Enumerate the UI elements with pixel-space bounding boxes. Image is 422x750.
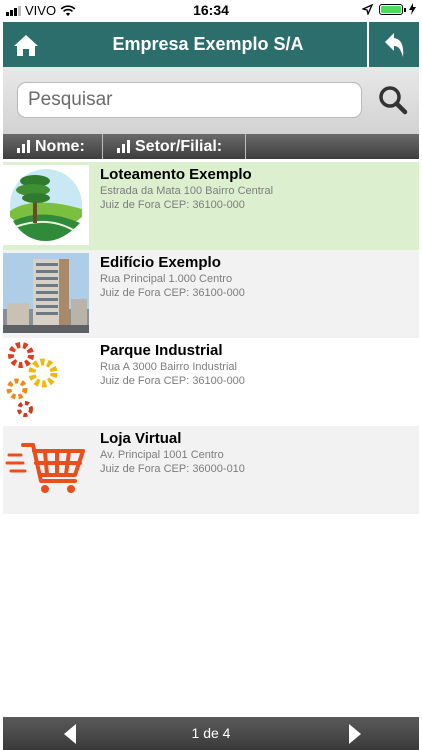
shopping-cart-icon — [3, 429, 89, 509]
column-headers: Nome: Setor/Filial: — [3, 134, 419, 159]
item-address: Av. Principal 1001 Centro — [100, 449, 224, 461]
sort-bars-icon — [17, 140, 30, 153]
item-city: Juiz de Fora CEP: 36100-000 — [100, 199, 245, 211]
back-arrow-icon — [385, 32, 404, 57]
charging-bolt-icon — [409, 3, 416, 15]
gears-icon — [3, 341, 89, 421]
next-page-button[interactable] — [341, 723, 367, 745]
status-bar: VIVO 16:34 — [0, 0, 422, 22]
home-icon — [14, 34, 38, 56]
sort-by-sector[interactable]: Setor/Filial: — [103, 134, 246, 159]
item-address: Rua A 3000 Bairro Industrial — [100, 361, 237, 373]
list-item[interactable]: Loja Virtual Av. Principal 1001 Centro J… — [3, 426, 419, 514]
back-button[interactable] — [367, 22, 419, 67]
list-item[interactable]: Edifício Exemplo Rua Principal 1.000 Cen… — [3, 250, 419, 338]
item-name: Loteamento Exemplo — [100, 166, 252, 183]
item-city: Juiz de Fora CEP: 36000-010 — [100, 463, 245, 475]
search-input[interactable] — [17, 82, 362, 118]
status-right — [362, 3, 416, 15]
page-title: Empresa Exemplo S/A — [112, 34, 304, 54]
arrow-right-icon — [349, 724, 361, 744]
clock: 16:34 — [193, 2, 229, 18]
item-city: Juiz de Fora CEP: 36100-000 — [100, 375, 245, 387]
sort-by-name[interactable]: Nome: — [3, 134, 103, 159]
sort-bars-icon — [117, 140, 130, 153]
item-address: Estrada da Mata 100 Bairro Central — [100, 185, 274, 197]
building-photo-icon — [3, 253, 89, 333]
column-label: Setor/Filial: — [135, 137, 223, 155]
previous-page-button[interactable] — [58, 723, 84, 745]
pager-bar: 1 de 4 — [3, 717, 419, 750]
item-name: Parque Industrial — [100, 342, 223, 359]
company-list: Loteamento Exemplo Estrada da Mata 100 B… — [3, 162, 419, 514]
item-name: Loja Virtual — [100, 430, 182, 447]
item-address: Rua Principal 1.000 Centro — [100, 273, 233, 285]
list-item[interactable]: Loteamento Exemplo Estrada da Mata 100 B… — [3, 162, 419, 250]
app-header: Empresa Exemplo S/A — [3, 22, 419, 67]
list-item[interactable]: Parque Industrial Rua A 3000 Bairro Indu… — [3, 338, 419, 426]
column-label: Nome: — [35, 137, 85, 155]
search-bar — [3, 67, 419, 134]
item-name: Edifício Exemplo — [100, 254, 221, 271]
home-button[interactable] — [3, 22, 49, 67]
battery-icon — [379, 3, 406, 15]
search-button[interactable] — [375, 82, 411, 118]
landscape-tree-icon — [3, 165, 89, 245]
location-arrow-icon — [362, 3, 373, 15]
item-city: Juiz de Fora CEP: 36100-000 — [100, 287, 245, 299]
search-icon — [379, 86, 408, 115]
arrow-left-icon — [64, 724, 76, 744]
